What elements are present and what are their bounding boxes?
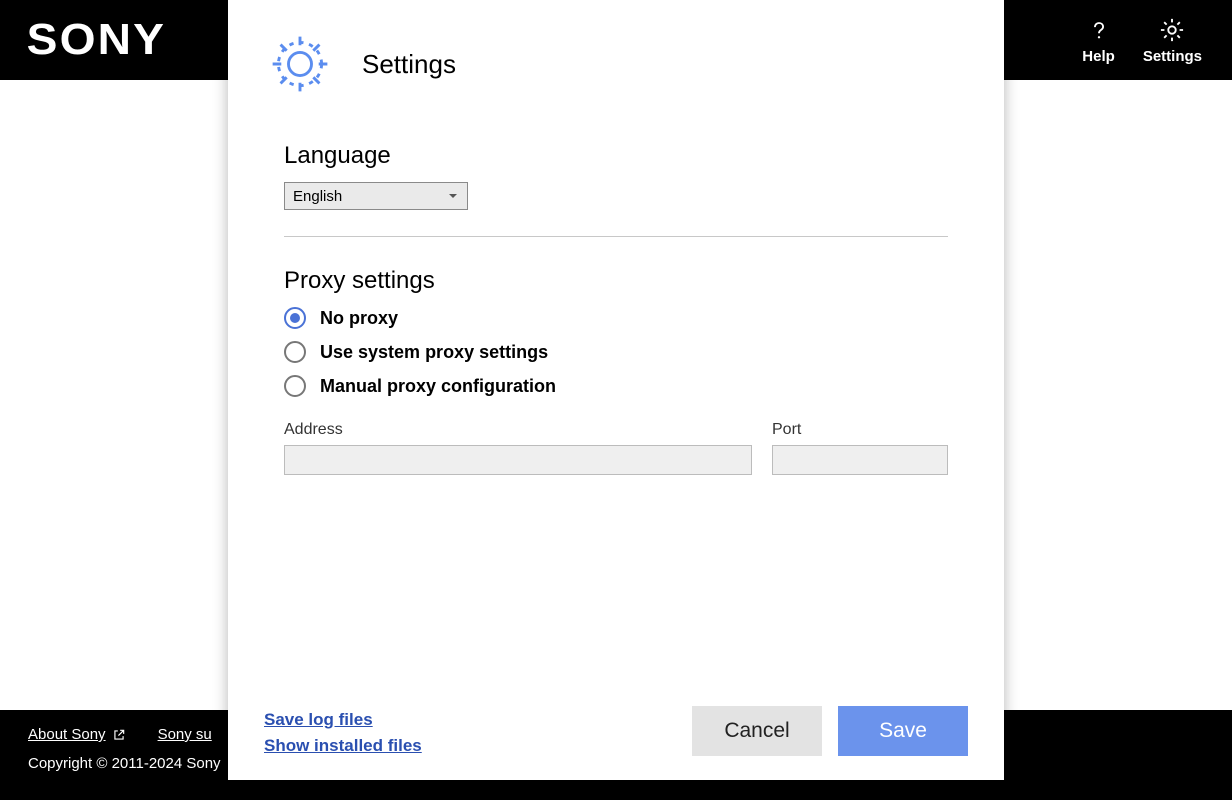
footer-support-label: Sony su [158,726,212,743]
modal-footer: Save log files Show installed files Canc… [264,686,968,756]
address-input[interactable] [284,445,752,475]
proxy-option-none[interactable]: No proxy [284,307,948,329]
footer-about-label: About Sony [28,726,106,743]
footer-support-link[interactable]: Sony su [158,726,212,743]
settings-modal: Settings Language English Proxy settings… [228,0,1004,780]
language-section: Language English [264,142,968,210]
help-icon [1085,16,1113,44]
save-logs-link[interactable]: Save log files [264,710,422,730]
proxy-section: Proxy settings No proxy Use system proxy… [264,267,968,475]
proxy-inputs: Address Port [284,421,948,475]
brand-logo: SONY [27,15,166,65]
radio-icon [284,375,306,397]
help-button[interactable]: Help [1082,16,1115,65]
modal-header: Settings [264,28,968,100]
language-heading: Language [284,142,948,170]
gear-icon [1158,16,1186,44]
show-files-link[interactable]: Show installed files [264,736,422,756]
radio-label: No proxy [320,308,398,329]
cancel-button[interactable]: Cancel [692,706,822,756]
address-label: Address [284,421,752,439]
external-link-icon [112,728,126,742]
language-select[interactable]: English [284,182,468,210]
port-label: Port [772,421,948,439]
proxy-heading: Proxy settings [284,267,948,295]
radio-label: Manual proxy configuration [320,376,556,397]
gear-icon [264,28,336,100]
port-field: Port [772,421,948,475]
section-divider [284,236,948,237]
modal-title: Settings [362,49,456,80]
port-input[interactable] [772,445,948,475]
settings-button[interactable]: Settings [1143,16,1202,65]
proxy-option-system[interactable]: Use system proxy settings [284,341,948,363]
modal-footer-buttons: Cancel Save [692,706,968,756]
modal-footer-links: Save log files Show installed files [264,710,422,756]
radio-icon [284,307,306,329]
address-field: Address [284,421,752,475]
save-button[interactable]: Save [838,706,968,756]
proxy-option-manual[interactable]: Manual proxy configuration [284,375,948,397]
footer-about-link[interactable]: About Sony [28,726,126,743]
radio-icon [284,341,306,363]
help-label: Help [1082,48,1115,65]
settings-label: Settings [1143,48,1202,65]
radio-label: Use system proxy settings [320,342,548,363]
topbar-actions: Help Settings [1082,16,1202,65]
